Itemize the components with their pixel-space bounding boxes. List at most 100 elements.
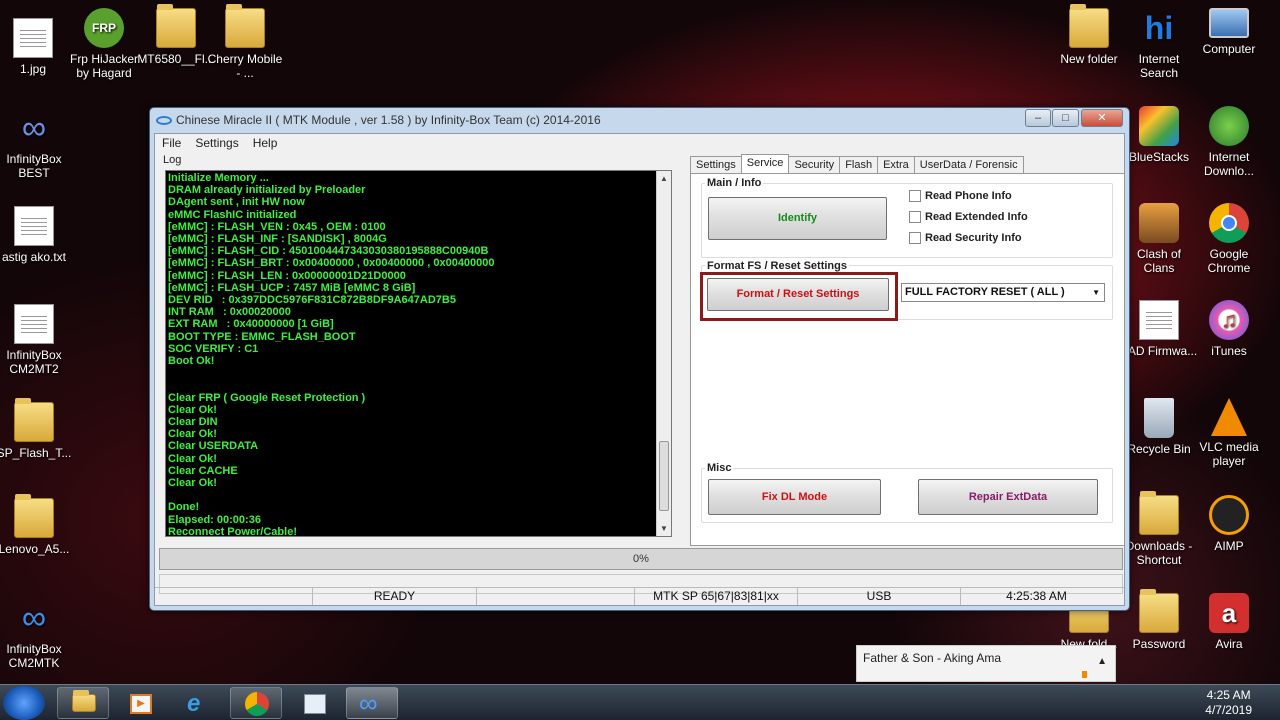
read-extended-info-checkbox[interactable]: Read Extended Info [909, 211, 1028, 223]
desktop-icon-internet-search[interactable]: hi Internet Search [1120, 8, 1198, 80]
log-line: Clear Ok! [168, 477, 217, 490]
read-phone-info-checkbox[interactable]: Read Phone Info [909, 190, 1012, 202]
icon-label: Downloads - Shortcut [1125, 539, 1193, 567]
maximize-button[interactable]: □ [1052, 109, 1079, 127]
log-label: Log [163, 154, 182, 166]
log-line: INT RAM : 0x00020000 [168, 306, 291, 319]
taskbar-ie[interactable]: e [172, 687, 224, 719]
taskbar-cm2[interactable]: ∞ [346, 687, 398, 719]
desktop-icon-cm2mt2[interactable]: InfinityBox CM2MT2 [0, 304, 73, 376]
taskbar: ▶ e ∞ 4:25 AM 4/7/2019 [0, 684, 1280, 720]
checkbox-box [909, 232, 921, 244]
log-scrollbar[interactable]: ▲ ▼ [656, 171, 671, 536]
fix-dl-mode-button[interactable]: Fix DL Mode [708, 479, 881, 515]
log-line: [eMMC] : FLASH_BRT : 0x00400000 , 0x0040… [168, 257, 495, 270]
menu-file[interactable]: File [155, 134, 188, 152]
icon-label: Lenovo_A5... [0, 542, 70, 556]
desktop-icon-sp-flash[interactable]: SP_Flash_T... [0, 398, 73, 460]
taskbar-chrome[interactable] [230, 687, 282, 719]
desktop-icon-new-folder[interactable]: New folder [1050, 4, 1128, 66]
folder-icon [14, 494, 54, 538]
image-file-icon [13, 18, 53, 58]
log-text: Initialize Memory ... DRAM already initia… [168, 172, 656, 536]
desktop-icon-downloads[interactable]: Downloads - Shortcut [1120, 491, 1198, 567]
desktop-icon-lenovo[interactable]: Lenovo_A5... [0, 494, 73, 556]
download-manager-icon [1209, 106, 1249, 146]
clock-time: 4:25 AM [1206, 688, 1251, 702]
log-line: BOOT TYPE : EMMC_FLASH_BOOT [168, 330, 356, 343]
tab-service[interactable]: Service [740, 154, 790, 173]
desktop-icon-bluestacks[interactable]: BlueStacks [1120, 106, 1198, 164]
scroll-down-icon[interactable]: ▼ [660, 524, 668, 533]
desktop-icon-idm[interactable]: Internet Downlo... [1190, 106, 1268, 178]
clock-date: 4/7/2019 [1205, 703, 1252, 717]
log-console[interactable]: Initialize Memory ... DRAM already initia… [165, 170, 672, 537]
desktop-icon-pad[interactable]: PAD Firmwa... [1120, 300, 1198, 358]
desktop-icon-mt6580[interactable]: MT6580__Fl... [137, 4, 215, 66]
window-titlebar[interactable]: Chinese Miracle II ( MTK Module , ver 1.… [150, 108, 1129, 133]
desktop-icon-1jpg[interactable]: 1.jpg [0, 18, 72, 76]
aimp-icon [1209, 495, 1249, 535]
identify-button[interactable]: Identify [708, 197, 887, 240]
status-cell-empty [155, 588, 313, 605]
window-title: Chinese Miracle II ( MTK Module , ver 1.… [176, 113, 601, 127]
menu-settings[interactable]: Settings [188, 134, 245, 152]
tab-flash[interactable]: Flash [839, 156, 879, 173]
icon-label: New folder [1060, 52, 1118, 66]
tab-security[interactable]: Security [788, 156, 841, 173]
desktop-icon-clash[interactable]: Clash of Clans [1120, 203, 1198, 275]
search-app-icon: hi [1144, 10, 1174, 46]
tab-extra[interactable]: Extra [877, 156, 915, 173]
log-line: Clear USERDATA [168, 440, 259, 453]
menu-help[interactable]: Help [246, 134, 285, 152]
taskbar-media-player[interactable]: ▶ [114, 687, 166, 719]
desktop-icon-computer[interactable]: Computer [1190, 8, 1268, 56]
chrome-icon [245, 692, 269, 716]
desktop-icon-astig[interactable]: astig ako.txt [0, 206, 73, 264]
recycle-bin-icon [1144, 398, 1174, 438]
desktop-icon-infinitybox-best[interactable]: ∞ InfinityBox BEST [0, 108, 73, 180]
taskbar-clock[interactable]: 4:25 AM 4/7/2019 [1205, 688, 1252, 718]
close-button[interactable]: ✕ [1081, 109, 1123, 127]
scroll-thumb[interactable] [659, 441, 669, 511]
desktop-icon-aimp[interactable]: AIMP [1190, 495, 1268, 553]
log-line: [eMMC] : FLASH_LEN : 0x00000001D21D0000 [168, 269, 406, 282]
format-reset-button[interactable]: Format / Reset Settings [707, 278, 889, 311]
desktop-icon-itunes[interactable]: ♫ iTunes [1190, 300, 1268, 358]
desktop-icon-recycle-bin[interactable]: Recycle Bin [1120, 398, 1198, 456]
desktop-icon-chrome[interactable]: Google Chrome [1190, 203, 1268, 275]
chevron-down-icon: ▼ [1092, 288, 1100, 297]
media-notification[interactable]: Father & Son - Aking Ama ▲ [856, 645, 1116, 682]
desktop-icon-cherry[interactable]: Cherry Mobile - ... [206, 4, 284, 80]
log-line: Clear DIN [168, 416, 218, 429]
log-line: Boot Ok! [168, 355, 215, 368]
minimize-button[interactable]: – [1025, 109, 1051, 127]
reset-mode-value: FULL FACTORY RESET ( ALL ) [905, 286, 1065, 298]
desktop-icon-cm2mtk[interactable]: ∞ InfinityBox CM2MTK [0, 598, 73, 670]
taskbar-explorer[interactable] [57, 687, 109, 719]
bluestacks-icon [1139, 106, 1179, 146]
icon-label: Internet Search [1138, 52, 1180, 80]
read-security-info-checkbox[interactable]: Read Security Info [909, 232, 1022, 244]
desktop-icon-password[interactable]: Password [1120, 589, 1198, 651]
desktop-icon-frp-hijacker[interactable]: FRP Frp HiJacker by Hagard [65, 8, 143, 80]
repair-extdata-button[interactable]: Repair ExtData [918, 479, 1098, 515]
reset-mode-select[interactable]: FULL FACTORY RESET ( ALL ) ▼ [901, 283, 1105, 302]
ie-icon: e [187, 690, 201, 717]
expand-up-icon[interactable]: ▲ [1097, 656, 1107, 667]
start-button[interactable] [3, 686, 45, 720]
desktop-icon-vlc[interactable]: VLC media player [1190, 398, 1268, 468]
tab-settings[interactable]: Settings [690, 156, 742, 173]
scroll-up-icon[interactable]: ▲ [660, 174, 668, 183]
menubar: File Settings Help [155, 134, 1124, 152]
progress-bar: 0% [159, 548, 1123, 570]
log-line: DRAM already initialized by Preloader [168, 184, 366, 197]
infinity-icon: ∞ [359, 688, 378, 718]
itunes-icon: ♫ [1209, 300, 1249, 340]
desktop-icon-avira[interactable]: a Avira [1190, 593, 1268, 651]
taskbar-app[interactable] [288, 687, 340, 719]
tab-userdata-forensic[interactable]: UserData / Forensic [913, 156, 1024, 173]
log-line: Clear FRP ( Google Reset Protection ) [168, 391, 366, 404]
